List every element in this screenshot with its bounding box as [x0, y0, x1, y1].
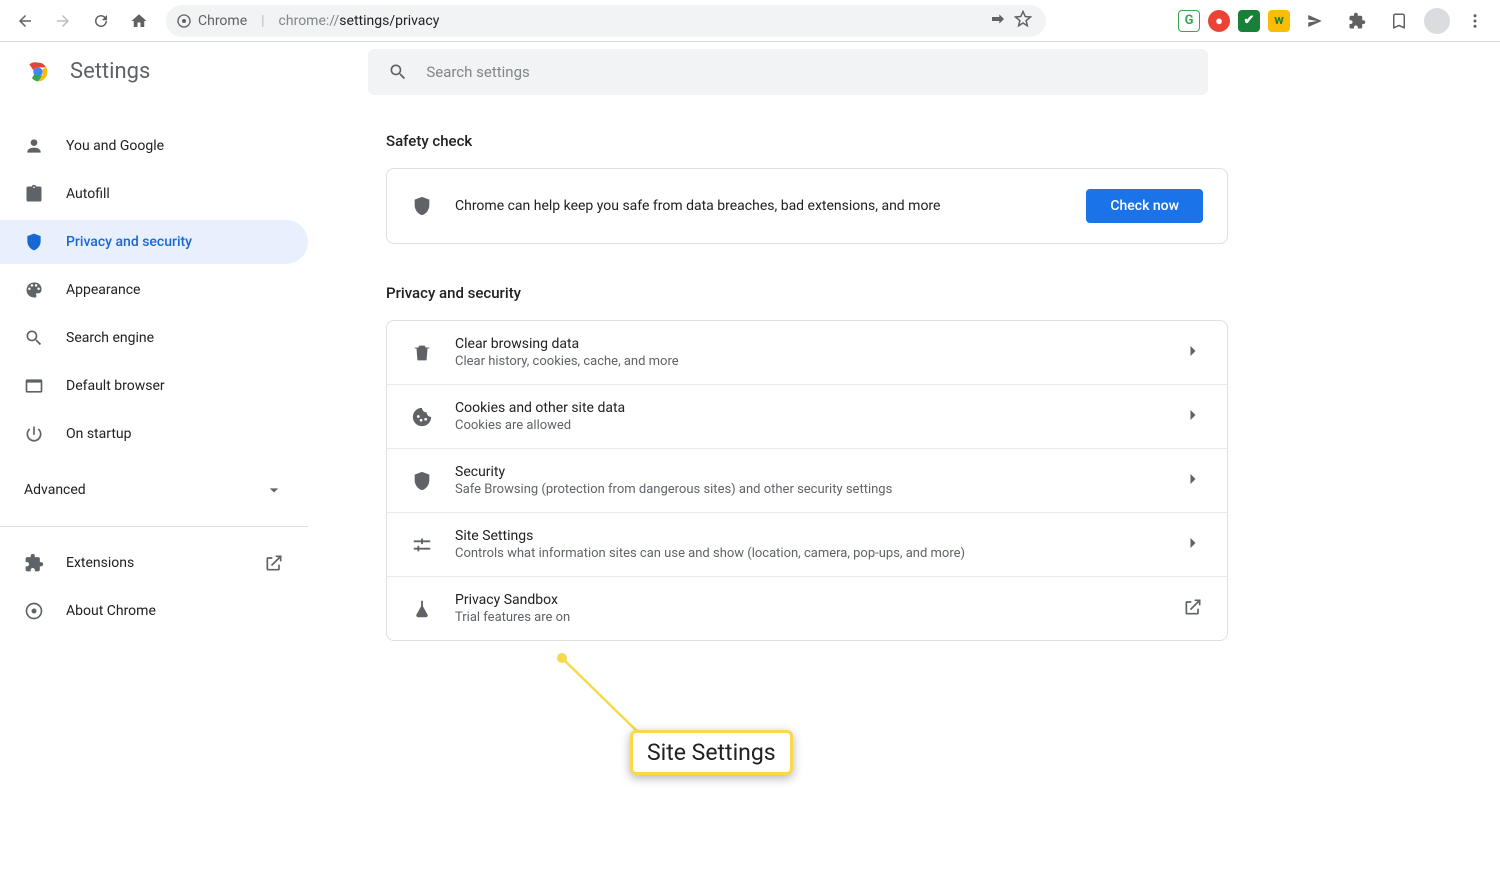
search-icon	[388, 62, 408, 82]
chevron-right-icon	[1183, 341, 1203, 365]
extension-icon[interactable]: ●	[1208, 10, 1230, 32]
row-subtitle: Controls what information sites can use …	[455, 546, 1161, 561]
site-identity-chip[interactable]: Chrome	[176, 13, 247, 29]
row-site-settings[interactable]: Site Settings Controls what information …	[387, 512, 1227, 576]
sidebar-item-extensions[interactable]: Extensions	[0, 541, 308, 585]
chevron-right-icon	[1183, 469, 1203, 493]
row-subtitle: Cookies are allowed	[455, 418, 1161, 433]
row-title: Clear browsing data	[455, 336, 1161, 352]
extension-icon[interactable]: G	[1178, 10, 1200, 32]
annotation-callout: Site Settings	[630, 730, 793, 775]
url-text: chrome://settings/privacy	[279, 13, 440, 29]
address-bar[interactable]: Chrome | chrome://settings/privacy	[166, 5, 1046, 37]
sidebar-item-label: Privacy and security	[66, 234, 192, 250]
extensions-puzzle-icon[interactable]	[1340, 4, 1374, 38]
row-clear-browsing-data[interactable]: Clear browsing data Clear history, cooki…	[387, 321, 1227, 384]
sidebar-item-label: About Chrome	[66, 603, 156, 619]
sidebar-item-appearance[interactable]: Appearance	[0, 268, 308, 312]
sidebar-item-autofill[interactable]: Autofill	[0, 172, 308, 216]
sidebar-item-search-engine[interactable]: Search engine	[0, 316, 308, 360]
row-cookies[interactable]: Cookies and other site data Cookies are …	[387, 384, 1227, 448]
sidebar-item-label: Autofill	[66, 186, 110, 202]
chrome-outline-icon	[24, 601, 44, 621]
privacy-security-card: Clear browsing data Clear history, cooki…	[386, 320, 1228, 641]
bookmark-star-icon[interactable]	[1014, 10, 1032, 32]
row-security[interactable]: Security Safe Browsing (protection from …	[387, 448, 1227, 512]
sidebar-item-default-browser[interactable]: Default browser	[0, 364, 308, 408]
back-button[interactable]	[8, 4, 42, 38]
share-icon[interactable]	[990, 11, 1006, 31]
flask-icon	[411, 598, 433, 620]
reload-button[interactable]	[84, 4, 118, 38]
open-external-icon	[1183, 597, 1203, 621]
palette-icon	[24, 280, 44, 300]
safety-check-card: Chrome can help keep you safe from data …	[386, 168, 1228, 244]
puzzle-icon	[24, 553, 44, 573]
settings-search[interactable]	[368, 49, 1208, 95]
row-subtitle: Safe Browsing (protection from dangerous…	[455, 482, 1161, 497]
home-button[interactable]	[122, 4, 156, 38]
extension-icon[interactable]: ✔	[1238, 10, 1260, 32]
cookie-icon	[411, 406, 433, 428]
sidebar-item-label: Appearance	[66, 282, 140, 298]
extensions-strip: G ● ✔ w	[1178, 4, 1492, 38]
row-title: Security	[455, 464, 1161, 480]
chrome-logo-icon	[24, 58, 52, 86]
forward-button[interactable]	[46, 4, 80, 38]
send-tab-icon[interactable]	[1298, 4, 1332, 38]
sidebar-item-about-chrome[interactable]: About Chrome	[0, 589, 308, 633]
annotation-dot	[557, 653, 567, 663]
row-privacy-sandbox[interactable]: Privacy Sandbox Trial features are on	[387, 576, 1227, 640]
site-identity-label: Chrome	[198, 13, 247, 29]
person-icon	[24, 136, 44, 156]
sidebar-item-on-startup[interactable]: On startup	[0, 412, 308, 456]
overflow-menu-icon[interactable]	[1458, 4, 1492, 38]
row-subtitle: Trial features are on	[455, 610, 1161, 625]
sidebar-item-label: On startup	[66, 426, 132, 442]
row-title: Cookies and other site data	[455, 400, 1161, 416]
page-title: Settings	[70, 59, 150, 84]
power-icon	[24, 424, 44, 444]
search-input[interactable]	[426, 63, 1188, 81]
sliders-icon	[411, 534, 433, 556]
sidebar-advanced-toggle[interactable]: Advanced	[0, 468, 308, 512]
row-title: Site Settings	[455, 528, 1161, 544]
advanced-label: Advanced	[24, 482, 86, 498]
row-title: Privacy Sandbox	[455, 592, 1161, 608]
trash-icon	[411, 342, 433, 364]
check-now-button[interactable]: Check now	[1086, 189, 1203, 223]
extension-icon[interactable]: w	[1268, 10, 1290, 32]
shield-refresh-icon	[411, 195, 433, 217]
sidebar-item-label: Extensions	[66, 555, 134, 571]
omnibox-divider: |	[261, 13, 264, 29]
section-title-privacy: Privacy and security	[386, 284, 1500, 302]
open-external-icon	[264, 553, 284, 573]
chevron-right-icon	[1183, 405, 1203, 429]
search-icon	[24, 328, 44, 348]
clipboard-icon	[24, 184, 44, 204]
sidebar-item-label: Search engine	[66, 330, 154, 346]
chevron-down-icon	[264, 480, 284, 500]
profile-avatar[interactable]	[1424, 8, 1450, 34]
sidebar-item-privacy-security[interactable]: Privacy and security	[0, 220, 308, 264]
settings-sidebar: You and Google Autofill Privacy and secu…	[0, 102, 308, 886]
reading-list-icon[interactable]	[1382, 4, 1416, 38]
sidebar-item-you-and-google[interactable]: You and Google	[0, 124, 308, 168]
sidebar-item-label: You and Google	[66, 138, 164, 154]
chrome-page-icon	[176, 13, 192, 29]
browser-toolbar: Chrome | chrome://settings/privacy G ● ✔…	[0, 0, 1500, 42]
safety-check-text: Chrome can help keep you safe from data …	[455, 198, 1064, 214]
shield-icon	[411, 470, 433, 492]
row-subtitle: Clear history, cookies, cache, and more	[455, 354, 1161, 369]
settings-header: Settings	[0, 42, 1500, 102]
sidebar-separator	[0, 526, 308, 527]
section-title-safety: Safety check	[386, 132, 1500, 150]
window-icon	[24, 376, 44, 396]
settings-main: Safety check Chrome can help keep you sa…	[308, 102, 1500, 886]
sidebar-item-label: Default browser	[66, 378, 165, 394]
shield-icon	[24, 232, 44, 252]
chevron-right-icon	[1183, 533, 1203, 557]
